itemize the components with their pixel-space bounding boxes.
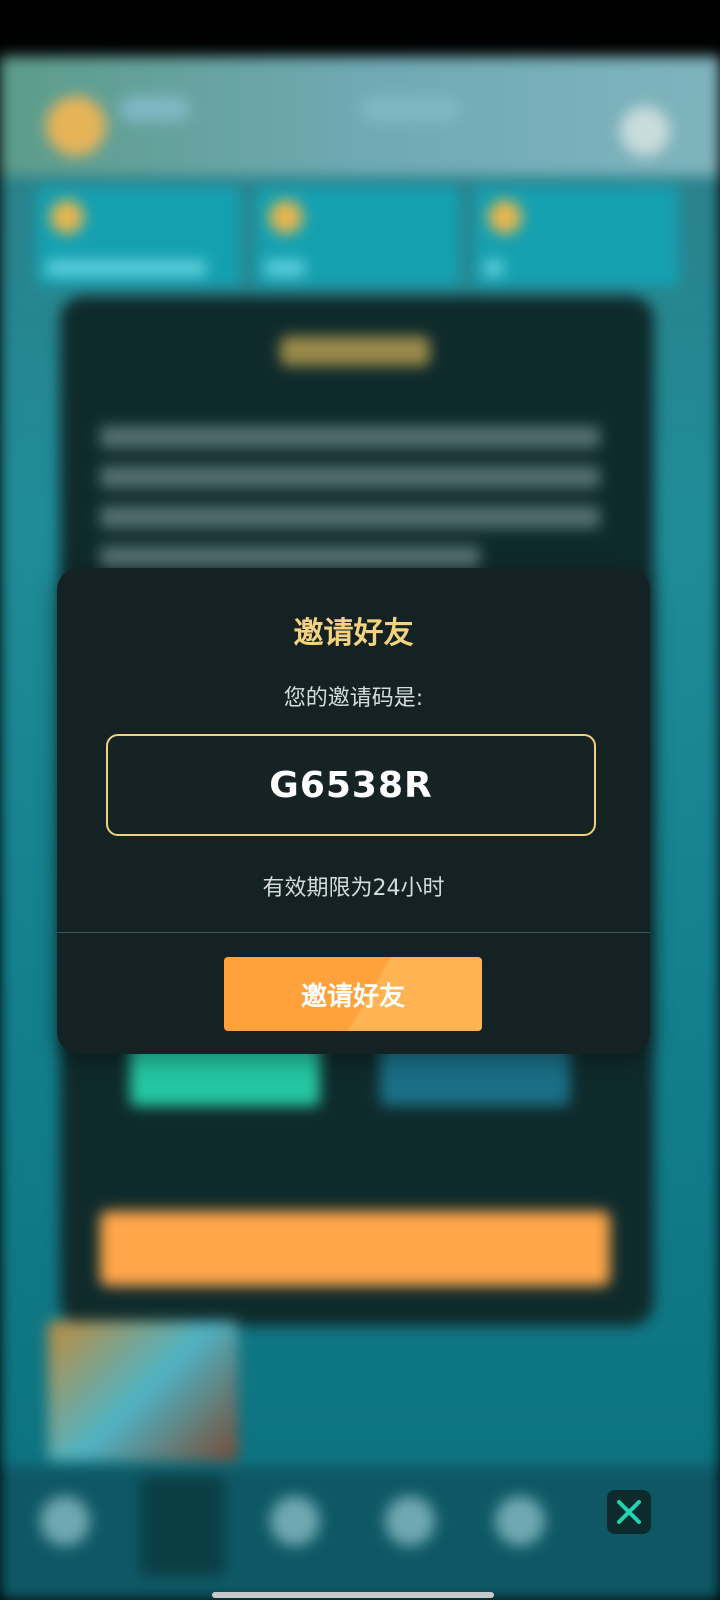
status-bar xyxy=(0,0,720,56)
bg-card xyxy=(474,186,679,286)
bg-pill xyxy=(360,96,460,122)
bg-header xyxy=(0,56,720,176)
close-icon xyxy=(617,1500,641,1524)
invite-code-label: 您的邀请码是: xyxy=(283,686,424,711)
avatar xyxy=(46,96,106,156)
bg-button xyxy=(100,1211,610,1286)
invite-dialog: 邀请好友 您的邀请码是: G6538R 有效期限为24小时 邀请好友 xyxy=(57,568,650,1054)
validity-text: 有效期限为24小时 xyxy=(262,876,445,901)
close-button[interactable] xyxy=(607,1490,651,1534)
bg-pill xyxy=(120,96,190,122)
invite-friends-button[interactable]: 邀请好友 xyxy=(224,957,482,1031)
invite-code-value[interactable]: G6538R xyxy=(269,765,432,806)
bg-card xyxy=(255,186,460,286)
bg-thumbnail xyxy=(48,1321,238,1461)
invite-code-box[interactable]: G6538R xyxy=(106,734,596,836)
dialog-title: 邀请好友 xyxy=(293,616,414,651)
divider xyxy=(57,932,650,933)
gear-icon xyxy=(620,106,670,156)
bg-card xyxy=(36,186,241,286)
home-indicator[interactable] xyxy=(212,1592,494,1598)
